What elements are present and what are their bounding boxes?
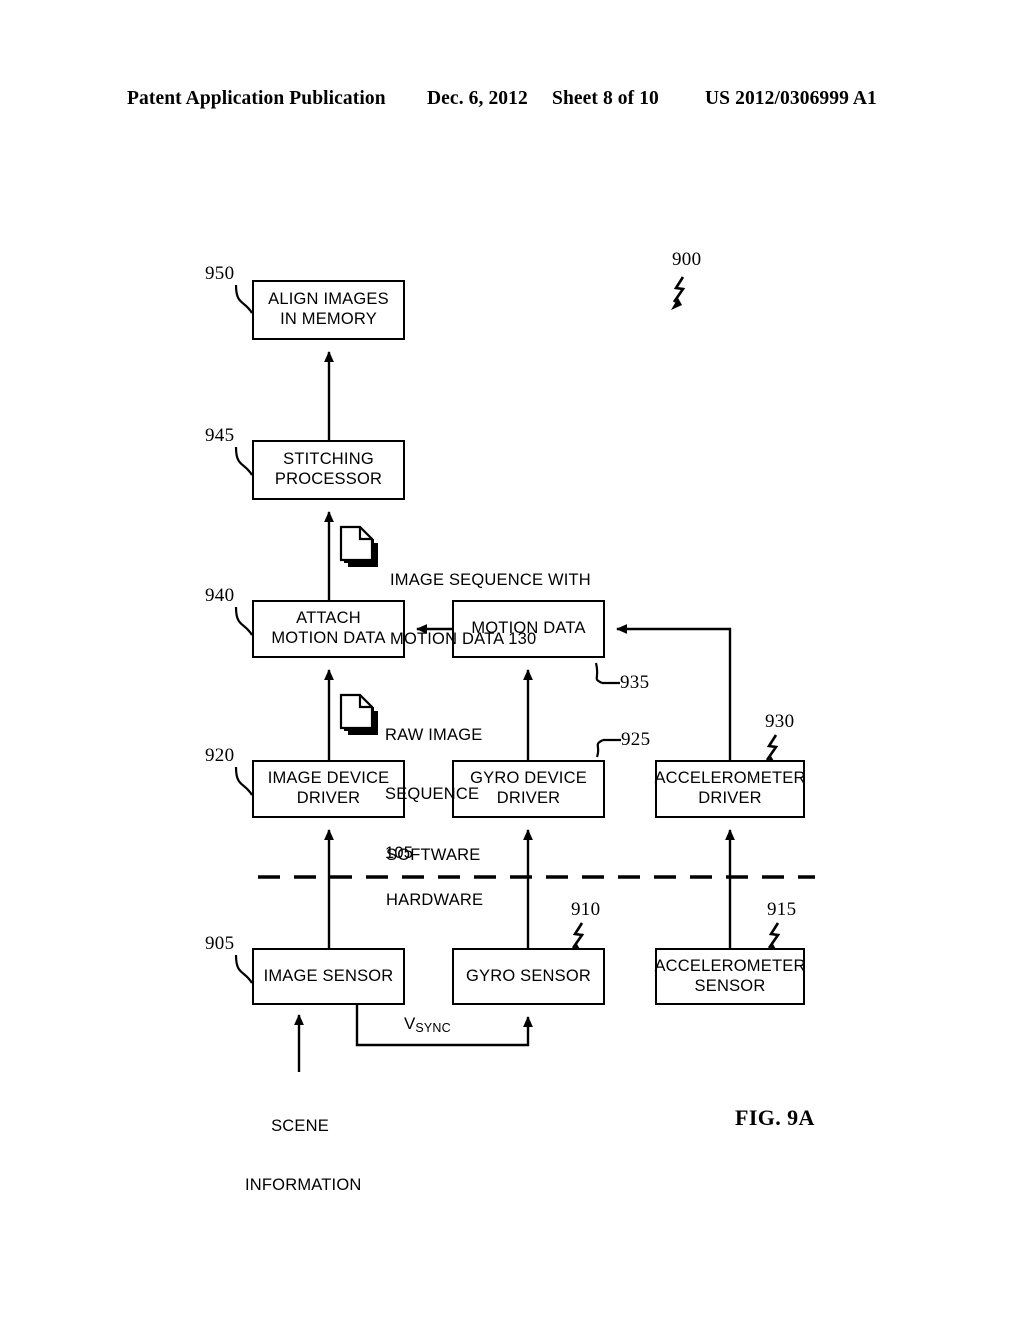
refnum-920: 920	[205, 745, 235, 766]
leader-925	[595, 739, 604, 758]
refnum-940: 940	[205, 585, 235, 606]
node-imagesensor-label: IMAGE SENSOR	[263, 966, 394, 985]
annotation-ris-line2: SEQUENCE	[385, 784, 480, 803]
refnum-925: 925	[621, 729, 651, 750]
refnum-915: 915	[767, 899, 797, 920]
label-software: SOFTWARE	[386, 846, 481, 864]
annotation-ris-line1: RAW IMAGE	[385, 725, 483, 744]
node-image-sensor[interactable]: IMAGE SENSOR	[252, 948, 405, 1005]
node-gyrodriver-line2: DRIVER	[496, 789, 561, 807]
node-stitching-line2: PROCESSOR	[274, 470, 383, 488]
lightning-bolt-900	[671, 276, 686, 310]
refnum-930: 930	[765, 711, 795, 732]
node-stitching-processor[interactable]: STITCHING PROCESSOR	[252, 440, 405, 500]
node-gyrosensor-label: GYRO SENSOR	[465, 966, 592, 985]
node-imagedriver-line1: IMAGE DEVICE	[267, 769, 390, 788]
node-gyrodriver-line1: GYRO DEVICE	[470, 769, 587, 788]
annotation-raw-image-sequence: RAW IMAGE SEQUENCE 105	[385, 686, 482, 904]
node-align-line1: ALIGN IMAGES	[268, 290, 389, 309]
node-attach-line1: ATTACH	[296, 609, 361, 628]
vsync-base: V	[404, 1014, 416, 1033]
leader-945	[234, 446, 253, 476]
node-accelsensor-line1: ACCELEROMETER	[654, 956, 806, 975]
node-image-device-driver[interactable]: IMAGE DEVICE DRIVER	[252, 760, 405, 818]
label-hardware: HARDWARE	[386, 891, 484, 909]
annotation-ismd-line2: MOTION DATA 130	[390, 629, 537, 648]
node-align-line2: IN MEMORY	[280, 310, 377, 328]
node-accelsensor-line2: SENSOR	[694, 976, 766, 995]
figure-9a: ALIGN IMAGES IN MEMORY STITCHING PROCESS…	[0, 0, 1024, 1320]
node-stitching-line1: STITCHING	[283, 450, 374, 469]
leader-935	[594, 662, 603, 684]
node-attach-motion-data[interactable]: ATTACH MOTION DATA	[252, 600, 405, 658]
annotation-scene-line1: SCENE	[271, 1116, 329, 1135]
node-imagedriver-line2: DRIVER	[296, 789, 361, 807]
refnum-935: 935	[620, 672, 650, 693]
annotation-scene-information: SCENE INFORMATION	[245, 1077, 362, 1235]
node-acceldriver-line1: ACCELEROMETER	[654, 769, 806, 788]
annotation-scene-line2: INFORMATION	[245, 1175, 362, 1194]
leader-940	[234, 606, 253, 636]
vsync-subscript: SYNC	[415, 1021, 451, 1035]
node-gyro-sensor[interactable]: GYRO SENSOR	[452, 948, 605, 1005]
document-icon-raw-image-sequence	[339, 693, 378, 735]
leader-905	[234, 954, 253, 984]
refnum-900: 900	[672, 249, 702, 270]
figure-caption: FIG. 9A	[735, 1105, 815, 1130]
leader-920	[234, 766, 253, 796]
node-accelerometer-driver[interactable]: ACCELEROMETER DRIVER	[654, 760, 805, 818]
refnum-905: 905	[205, 933, 235, 954]
leader-950	[234, 284, 253, 314]
refnum-950: 950	[205, 263, 235, 284]
document-icon-image-sequence-with-motion	[339, 525, 378, 567]
annotation-ismd-line1: IMAGE SEQUENCE WITH	[390, 570, 591, 589]
node-align-images-in-memory[interactable]: ALIGN IMAGES IN MEMORY	[252, 280, 405, 340]
annotation-image-sequence-with-motion-data: IMAGE SEQUENCE WITH MOTION DATA 130	[390, 531, 591, 689]
refnum-945: 945	[205, 425, 235, 446]
label-vsync: VSYNC	[404, 1014, 451, 1035]
node-attach-line2: MOTION DATA	[271, 629, 386, 647]
refnum-910: 910	[571, 899, 601, 920]
node-acceldriver-line2: DRIVER	[698, 789, 762, 807]
node-accelerometer-sensor[interactable]: ACCELEROMETER SENSOR	[654, 948, 805, 1005]
